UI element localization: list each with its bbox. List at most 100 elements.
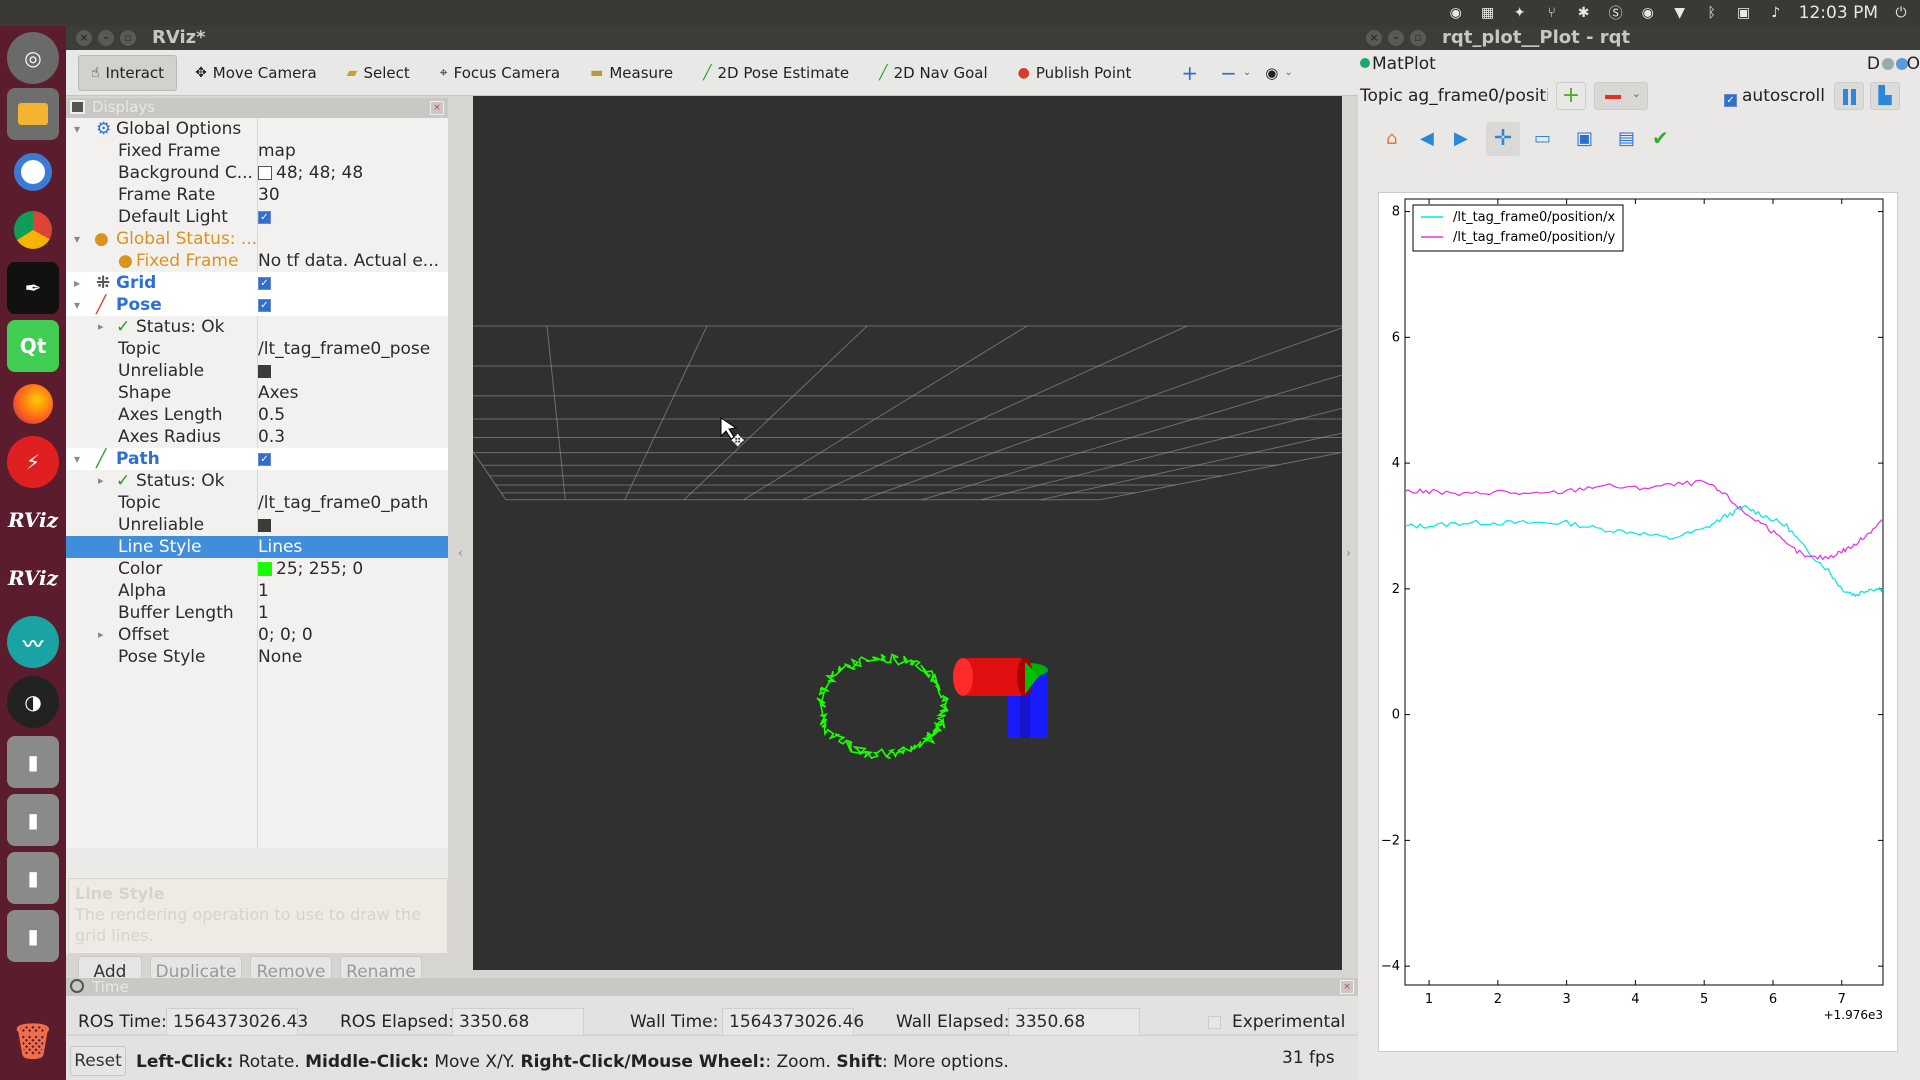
maximize-icon[interactable]: ▫	[120, 30, 136, 46]
pose-unreliable-checkbox[interactable]	[258, 364, 271, 378]
bulb-icon[interactable]: ✦	[1511, 4, 1529, 22]
slack-icon[interactable]: ✱	[1575, 4, 1593, 22]
tree-global-options[interactable]: ▾ ⚙ Global Options	[66, 118, 448, 140]
terminal-icon[interactable]: ▮	[7, 736, 59, 788]
ros-time-field[interactable]: 1564373026.43	[166, 1008, 308, 1036]
dropbox-icon[interactable]: ▦	[1479, 4, 1497, 22]
tree-row-path-topic[interactable]: Topic/lt_tag_frame0_path	[66, 492, 448, 514]
publish-point-tool[interactable]: ● Publish Point	[1006, 55, 1144, 91]
close-icon[interactable]: ×	[1366, 30, 1382, 46]
tree-pose-status[interactable]: ▸ ✓ Status: Ok	[66, 316, 448, 338]
path-unreliable-checkbox[interactable]	[258, 518, 271, 532]
terminal-icon-3[interactable]: ▮	[7, 852, 59, 904]
focus-camera-tool[interactable]: ⌖ Focus Camera	[428, 55, 572, 91]
tree-row-line-style[interactable]: Line Style Lines	[66, 536, 448, 558]
add-topic-button[interactable]: +	[1556, 82, 1586, 110]
tree-row-buffer-length[interactable]: Buffer Length 1	[66, 602, 448, 624]
system-monitor-icon[interactable]: 〰	[7, 616, 59, 668]
minimize-icon[interactable]: –	[98, 30, 114, 46]
back-arrow-icon[interactable]: ◀	[1420, 128, 1434, 149]
tree-path[interactable]: ▾ ╱ Path ✓	[66, 448, 448, 470]
ros-elapsed-field[interactable]: 3350.68	[452, 1008, 584, 1036]
move-camera-tool[interactable]: ✥ Move Camera	[183, 55, 329, 91]
plot-canvas[interactable]: 1 2 3 4 5 6 7 8 6 4 2 0 −2 −4 +1.976e3/lt_tag_frame0/p…	[1379, 193, 1899, 1053]
power-icon[interactable]: ⏻	[1892, 4, 1910, 22]
tree-row-axes-radius[interactable]: Axes Radius 0.3	[66, 426, 448, 448]
clipboard-icon[interactable]: ▣	[1735, 4, 1753, 22]
collapse-left-icon[interactable]: ‹	[458, 546, 463, 560]
topic-input[interactable]: ag_frame0/position	[1408, 82, 1548, 110]
terminal-icon-2[interactable]: ▮	[7, 794, 59, 846]
options-icon[interactable]: O	[1907, 54, 1920, 74]
forward-arrow-icon[interactable]: ▶	[1454, 128, 1468, 149]
save-icon[interactable]: ▤	[1618, 128, 1635, 149]
tree-row-pose-style[interactable]: Pose Style None	[66, 646, 448, 668]
skype-icon[interactable]: Ⓢ	[1607, 4, 1625, 22]
scene-canvas[interactable]: ✥	[386, 96, 1920, 970]
tree-global-status[interactable]: ▾ ● Global Status: ...	[66, 228, 448, 250]
tree-row-pose-topic[interactable]: Topic/lt_tag_frame0_pose	[66, 338, 448, 360]
pose-estimate-tool[interactable]: ╱ 2D Pose Estimate	[691, 55, 861, 91]
ubuntu-logo-icon[interactable]: ◎	[7, 32, 59, 84]
obs-icon[interactable]: ◑	[7, 676, 59, 728]
files-icon[interactable]	[7, 88, 59, 140]
path-checkbox[interactable]: ✓	[258, 452, 271, 466]
clock[interactable]: 12:03 PM	[1799, 3, 1878, 23]
tree-row-alpha[interactable]: Alpha 1	[66, 580, 448, 602]
tree-row-default-light[interactable]: Default Light ✓	[66, 206, 448, 228]
firefox-icon[interactable]	[7, 378, 59, 430]
tree-row-fixed-frame[interactable]: Fixed Frame map	[66, 140, 448, 162]
tree-row-status-fixed-frame[interactable]: ● Fixed Frame No tf data. Actual e...	[66, 250, 448, 272]
render-viewport[interactable]: ✥	[386, 96, 1920, 970]
pdf-icon[interactable]: ⚡	[7, 436, 59, 488]
tree-row-offset[interactable]: ▸ Offset 0; 0; 0	[66, 624, 448, 646]
tree-row-shape[interactable]: Shape Axes	[66, 382, 448, 404]
collapse-right-icon[interactable]: ›	[1346, 546, 1351, 560]
chrome-tray-icon-2[interactable]: ◉	[1639, 4, 1657, 22]
nav-goal-tool[interactable]: ╱ 2D Nav Goal	[867, 55, 1000, 91]
view-options-button[interactable]: ◉ ⌄	[1261, 55, 1296, 91]
bluetooth-icon[interactable]: ᛒ	[1703, 4, 1721, 22]
home-icon[interactable]: ⌂	[1386, 128, 1397, 149]
volume-icon[interactable]: ♪	[1767, 4, 1785, 22]
chromium-icon[interactable]	[7, 146, 59, 198]
tree-row-background-color[interactable]: Background C... 48; 48; 48	[66, 162, 448, 184]
interact-tool[interactable]: ☝ Interact	[78, 54, 178, 91]
pose-checkbox[interactable]: ✓	[258, 298, 271, 312]
pause-button[interactable]	[1834, 82, 1864, 110]
tree-row-axes-length[interactable]: Axes Length 0.5	[66, 404, 448, 426]
close-icon[interactable]: ×	[430, 101, 444, 115]
wall-time-field[interactable]: 1564373026.46	[722, 1008, 864, 1036]
autoscroll-checkbox[interactable]: ✓	[1724, 90, 1737, 110]
maximize-icon[interactable]: ▫	[1410, 30, 1426, 46]
grid-checkbox[interactable]: ✓	[258, 276, 271, 290]
inkscape-icon[interactable]: ✒	[7, 262, 59, 314]
wifi-icon[interactable]: ▼	[1671, 4, 1689, 22]
rviz-icon-2[interactable]: RViz	[7, 552, 59, 604]
checkmark-icon[interactable]: ✔	[1652, 126, 1669, 150]
wall-elapsed-field[interactable]: 3350.68	[1008, 1008, 1140, 1036]
help-icon[interactable]	[1882, 58, 1894, 70]
measure-tool[interactable]: ▬ Measure	[578, 55, 685, 91]
add-tool-button[interactable]: +	[1169, 55, 1210, 91]
experimental-checkbox[interactable]	[1208, 1016, 1221, 1029]
terminal-icon-4[interactable]: ▮	[7, 910, 59, 962]
chrome-tray-icon[interactable]: ◉	[1447, 4, 1465, 22]
rviz-icon[interactable]: RViz	[7, 494, 59, 546]
tree-pose[interactable]: ▾ ╱ Pose ✓	[66, 294, 448, 316]
select-tool[interactable]: ▰ Select	[335, 55, 422, 91]
pan-icon[interactable]: ✛	[1486, 122, 1520, 156]
tree-path-status[interactable]: ▸ ✓ Status: Ok	[66, 470, 448, 492]
git-icon[interactable]: ⑂	[1543, 4, 1561, 22]
tree-grid[interactable]: ▸ ⁜ Grid ✓	[66, 272, 448, 294]
tree-row-color[interactable]: Color 25; 255; 0	[66, 558, 448, 580]
close-icon[interactable]: ×	[76, 30, 92, 46]
default-light-checkbox[interactable]: ✓	[258, 210, 271, 224]
tree-row-path-unreliable[interactable]: Unreliable	[66, 514, 448, 536]
configure-subplots-icon[interactable]: ▣	[1576, 128, 1593, 149]
tree-row-frame-rate[interactable]: Frame Rate 30	[66, 184, 448, 206]
trash-icon[interactable]: 🗑	[7, 1016, 59, 1068]
close-icon[interactable]: ×	[1340, 980, 1354, 994]
clear-button[interactable]: ▙	[1870, 82, 1900, 110]
remove-tool-button[interactable]: − ⌄	[1216, 55, 1255, 91]
